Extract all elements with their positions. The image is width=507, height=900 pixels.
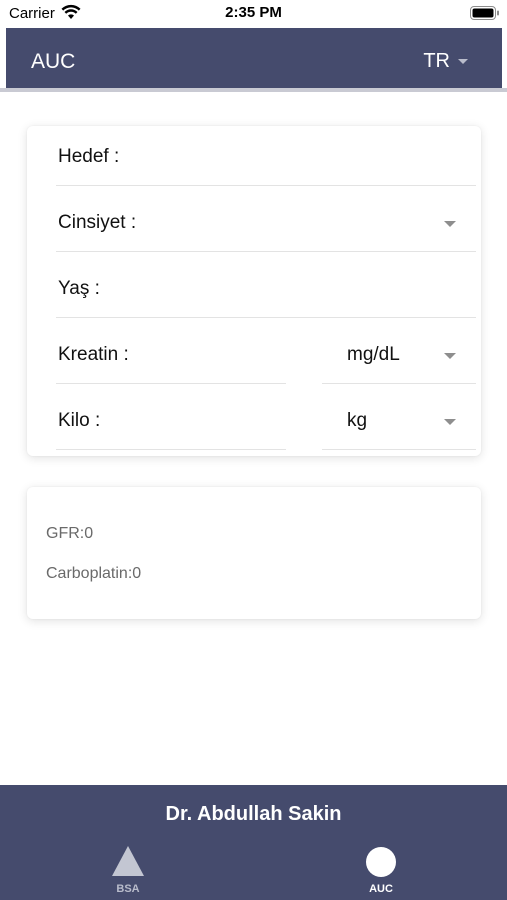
tab-bsa[interactable]: BSA	[88, 845, 168, 895]
gfr-result: GFR:0	[46, 525, 94, 542]
clock: 2:35 PM	[225, 4, 282, 21]
bottom-tab-bar: Dr. Abdullah Sakin BSA AUC	[0, 785, 507, 900]
weight-unit-select[interactable]: kg	[322, 390, 476, 450]
header-divider	[0, 88, 507, 92]
weight-unit-value: kg	[347, 410, 368, 431]
chevron-down-icon	[444, 419, 456, 425]
target-label: Hedef :	[58, 146, 120, 167]
status-bar: Carrier 2:35 PM	[0, 0, 507, 28]
weight-field[interactable]: Kilo :	[56, 390, 286, 450]
tab-auc-label: AUC	[369, 883, 393, 895]
weight-label: Kilo :	[58, 410, 101, 431]
input-card: Hedef : Cinsiyet : Yaş : Kreatin : mg/dL…	[27, 126, 481, 456]
creatinine-label: Kreatin :	[58, 344, 129, 365]
gender-select[interactable]: Cinsiyet :	[56, 192, 476, 252]
age-field[interactable]: Yaş :	[56, 258, 476, 318]
tab-auc[interactable]: AUC	[341, 845, 421, 895]
chevron-down-icon	[444, 353, 456, 359]
carboplatin-result: Carboplatin:0	[46, 565, 142, 582]
creatinine-unit-value: mg/dL	[347, 344, 400, 365]
circle-icon	[366, 847, 396, 877]
tab-bsa-label: BSA	[116, 883, 140, 895]
age-label: Yaş :	[58, 278, 100, 299]
chevron-down-icon	[444, 221, 456, 227]
triangle-icon	[112, 846, 144, 876]
page-title: AUC	[31, 50, 76, 73]
chevron-down-icon	[458, 59, 468, 64]
app-header: AUC TR	[6, 28, 502, 88]
creatinine-unit-select[interactable]: mg/dL	[322, 324, 476, 384]
creatinine-field[interactable]: Kreatin :	[56, 324, 286, 384]
language-value: TR	[423, 50, 450, 72]
author-name: Dr. Abdullah Sakin	[165, 803, 342, 825]
battery-icon	[470, 6, 499, 20]
target-field[interactable]: Hedef :	[56, 126, 476, 186]
result-card: GFR:0 Carboplatin:0	[27, 487, 481, 619]
language-select[interactable]: TR	[423, 50, 468, 73]
gender-label: Cinsiyet :	[58, 212, 137, 233]
